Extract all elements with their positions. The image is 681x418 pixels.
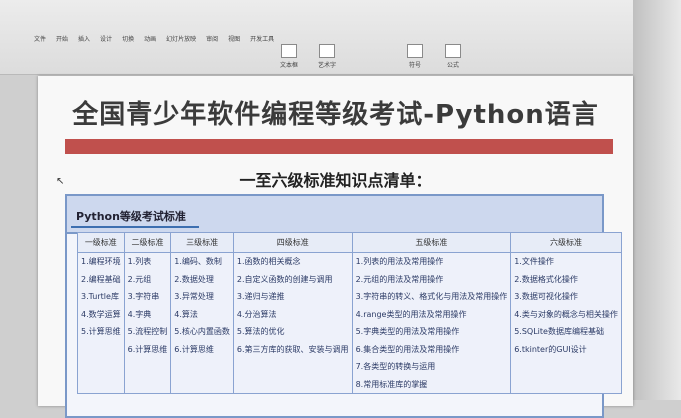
level5-item: 7.各类型的转换与运用 xyxy=(355,362,436,371)
level5-item: 4.range类型的用法及常用操作 xyxy=(355,309,467,319)
level4-item: 5.算法的优化 xyxy=(236,327,285,336)
level2-item: 5.流程控制 xyxy=(127,327,168,336)
level5-cell: 1.列表的用法及常用操作 2.元组的用法及常用操作 3.字符串的转义、格式化与用… xyxy=(351,252,512,394)
level3-item: 5.核心内置函数 xyxy=(174,327,230,336)
tab-review[interactable]: 审阅 xyxy=(206,34,218,43)
panel-title-underline xyxy=(71,226,199,228)
level6-item: 5.SQLite数据库编程基础 xyxy=(514,327,604,336)
cursor-icon: ↖ xyxy=(56,176,65,187)
level5-item: 2.元组的用法及常用操作 xyxy=(355,274,444,284)
level6-item: 1.文件操作 xyxy=(514,257,554,266)
level2-item: 2.元组 xyxy=(127,274,152,284)
screen-edge xyxy=(633,0,681,400)
tab-slideshow[interactable]: 幻灯片放映 xyxy=(166,34,196,43)
level2-item: 4.字典 xyxy=(127,309,152,319)
level1-item: 2.编程基础 xyxy=(81,274,121,284)
tab-home[interactable]: 开始 xyxy=(56,34,68,43)
formula-button[interactable]: 公式 xyxy=(436,44,470,70)
symbol-icon xyxy=(407,44,423,58)
level1-item: 1.编程环境 xyxy=(81,257,121,266)
ribbon-tabs: 文件 开始 插入 设计 切换 动画 幻灯片放映 审阅 视图 开发工具 xyxy=(34,34,274,43)
tab-developer[interactable]: 开发工具 xyxy=(250,34,274,43)
textbox-icon xyxy=(281,44,297,58)
level4-item: 2.自定义函数的创建与调用 xyxy=(236,274,333,284)
slide-page[interactable]: 全国青少年软件编程等级考试-Python语言 一至六级标准知识点清单： ↖ Py… xyxy=(38,76,633,418)
textbox-label: 文本框 xyxy=(279,62,298,69)
slide-subtitle: 一至六级标准知识点清单： xyxy=(239,171,432,190)
level5-item: 6.集合类型的用法及常用操作 xyxy=(355,344,460,354)
wordart-button[interactable]: 艺术字 xyxy=(310,44,344,70)
level3-item: 4.算法 xyxy=(174,309,198,319)
table-row: 1.编程环境 2.编程基础 3.Turtle库 4.数学运算 5.计算思维 1.… xyxy=(77,252,622,394)
level1-item: 4.数学运算 xyxy=(81,309,121,319)
level1-item: 3.Turtle库 xyxy=(81,292,119,301)
level4-item: 1.函数的相关概念 xyxy=(236,257,301,266)
level3-item: 6.计算思维 xyxy=(174,344,214,354)
level4-item: 6.第三方库的获取、安装与调用 xyxy=(236,344,349,354)
app-toolbar: 文件 开始 插入 设计 切换 动画 幻灯片放映 审阅 视图 开发工具 文本框 艺… xyxy=(0,0,681,75)
level3-cell: 1.编码、数制 2.数据处理 3.异常处理 4.算法 5.核心内置函数 6.计算… xyxy=(170,252,234,394)
level5-item: 1.列表的用法及常用操作 xyxy=(355,257,444,266)
wordart-icon xyxy=(319,44,335,58)
tab-view[interactable]: 视图 xyxy=(228,34,240,43)
symbol-label: 符号 xyxy=(408,62,421,69)
tab-file[interactable]: 文件 xyxy=(34,34,46,43)
level5-item: 5.字典类型的用法及常用操作 xyxy=(355,327,460,336)
level1-cell: 1.编程环境 2.编程基础 3.Turtle库 4.数学运算 5.计算思维 xyxy=(77,252,125,394)
level6-item: 2.数据格式化操作 xyxy=(514,274,578,284)
level6-item: 6.tkinter的GUI设计 xyxy=(514,344,587,354)
level1-item: 5.计算思维 xyxy=(81,327,121,336)
header-level5: 五级标准 xyxy=(351,232,512,253)
level2-item: 6.计算思维 xyxy=(127,344,168,354)
symbol-button[interactable]: 符号 xyxy=(398,44,432,70)
level3-item: 2.数据处理 xyxy=(174,274,214,284)
level3-item: 3.异常处理 xyxy=(174,292,214,301)
tab-design[interactable]: 设计 xyxy=(100,34,112,43)
panel-title: Python等级考试标准 xyxy=(76,210,186,223)
textbox-button[interactable]: 文本框 xyxy=(272,44,306,70)
level3-item: 1.编码、数制 xyxy=(174,257,222,266)
level4-cell: 1.函数的相关概念 2.自定义函数的创建与调用 3.递归与递推 4.分治算法 5… xyxy=(232,252,353,394)
formula-label: 公式 xyxy=(446,62,459,69)
table-header-row: 一级标准 二级标准 三级标准 四级标准 五级标准 六级标准 xyxy=(77,232,622,253)
standards-panel[interactable]: Python等级考试标准 一级标准 二级标准 三级标准 四级标准 五级标准 六级… xyxy=(65,194,622,418)
level5-item: 8.常用标准库的掌握 xyxy=(355,379,428,389)
header-level4: 四级标准 xyxy=(232,232,353,253)
slide-title: 全国青少年软件编程等级考试-Python语言 xyxy=(72,100,599,130)
header-level1: 一级标准 xyxy=(77,232,125,253)
level4-item: 4.分治算法 xyxy=(236,309,277,319)
level4-item: 3.递归与递推 xyxy=(236,292,285,301)
header-level2: 二级标准 xyxy=(123,232,172,253)
level6-item: 4.类与对象的概念与相关操作 xyxy=(514,309,618,319)
level2-cell: 1.列表 2.元组 3.字符串 4.字典 5.流程控制 6.计算思维 xyxy=(123,252,172,394)
level6-item: 3.数据可视化操作 xyxy=(514,292,578,301)
wordart-label: 艺术字 xyxy=(317,62,336,69)
header-level6: 六级标准 xyxy=(510,232,622,253)
tab-transition[interactable]: 切换 xyxy=(122,34,134,43)
panel-header: Python等级考试标准 xyxy=(67,196,602,234)
level2-item: 1.列表 xyxy=(127,257,152,266)
tab-animation[interactable]: 动画 xyxy=(144,34,156,43)
tab-insert[interactable]: 插入 xyxy=(78,34,90,43)
level5-item: 3.字符串的转义、格式化与用法及常用操作 xyxy=(355,292,508,301)
standards-table: 一级标准 二级标准 三级标准 四级标准 五级标准 六级标准 1.编程环境 2.编… xyxy=(77,232,622,394)
level6-cell: 1.文件操作 2.数据格式化操作 3.数据可视化操作 4.类与对象的概念与相关操… xyxy=(510,252,622,394)
level2-item: 3.字符串 xyxy=(127,292,160,301)
title-divider xyxy=(65,139,613,154)
header-level3: 三级标准 xyxy=(170,232,234,253)
formula-icon xyxy=(445,44,461,58)
